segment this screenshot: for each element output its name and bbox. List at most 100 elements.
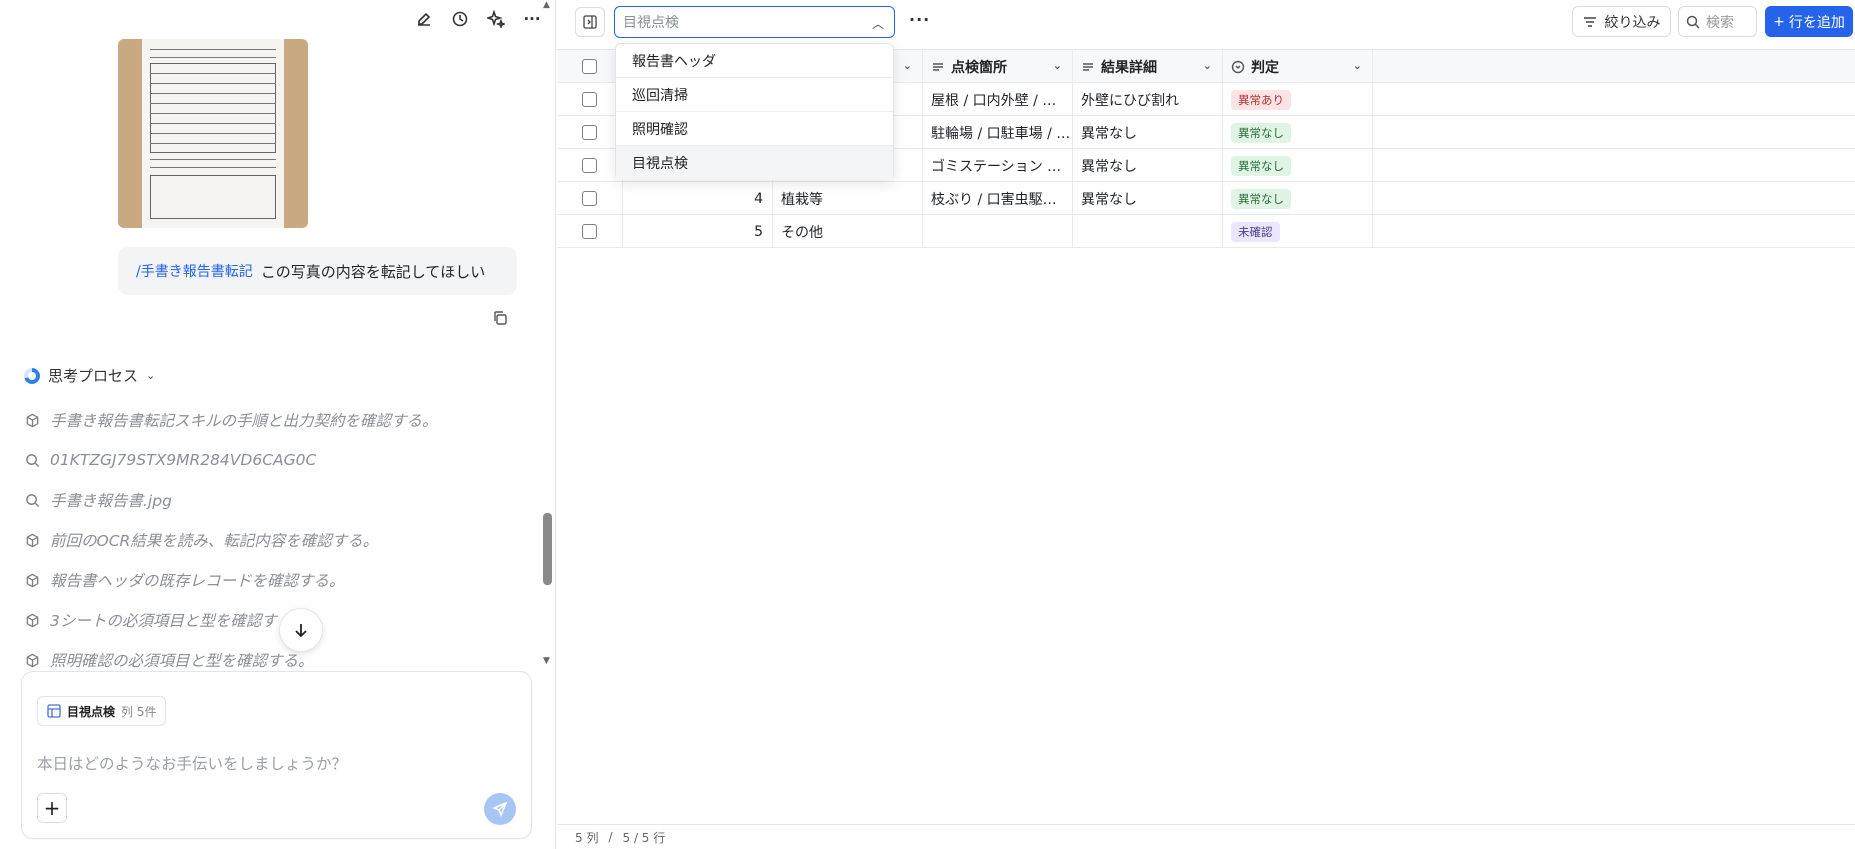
thinking-step[interactable]: 手書き報告書.jpg	[24, 480, 544, 520]
column-header-label: 点検箇所	[951, 59, 1007, 76]
send-icon	[492, 801, 508, 817]
thinking-step-text: 手書き報告書転記スキルの手順と出力契約を確認する。	[50, 412, 438, 430]
user-message-text: この写真の内容を転記してほしい	[260, 262, 486, 281]
row-checkbox[interactable]	[582, 92, 597, 107]
attach-button[interactable]: +	[37, 793, 67, 823]
table-toolbar: 目視点検 ︿ ··· 絞り込み 検索 + 行を追加	[557, 0, 1855, 44]
search-input[interactable]: 検索	[1678, 6, 1757, 37]
sheet-option[interactable]: 巡回清掃	[616, 78, 893, 112]
plus-icon: +	[43, 796, 61, 820]
row-checkbox[interactable]	[582, 125, 597, 140]
search-icon	[1686, 15, 1700, 29]
select-all-checkbox[interactable]	[582, 59, 597, 74]
scroll-to-bottom-button[interactable]	[279, 608, 323, 652]
sheet-more-button[interactable]: ···	[909, 10, 930, 29]
arrow-down-icon	[295, 624, 307, 638]
detail-cell[interactable]	[1073, 215, 1223, 248]
detail-cell[interactable]: 異常なし	[1073, 182, 1223, 215]
more-icon[interactable]: ···	[521, 8, 543, 30]
location-cell[interactable]: 屋根 / 口内外壁 / …	[923, 83, 1073, 116]
scroll-down-arrow[interactable]: ▼	[543, 656, 550, 666]
text-type-icon	[1081, 60, 1095, 74]
row-select-cell	[557, 182, 623, 215]
filter-icon	[1583, 16, 1596, 27]
judgement-cell[interactable]: 未確認	[1223, 215, 1373, 248]
column-header-detail[interactable]: 結果詳細 ⌄	[1073, 50, 1223, 83]
context-chip[interactable]: 目視点検 列 5件	[37, 696, 167, 726]
column-header-location[interactable]: 点検箇所 ⌄	[923, 50, 1073, 83]
thinking-step-text: 01KTZGJ79STX9MR284VD6CAG0C	[50, 451, 317, 469]
chat-input[interactable]: 本日はどのようなお手伝いをしましょうか？	[37, 752, 347, 774]
detail-cell[interactable]: 異常なし	[1073, 149, 1223, 182]
row-count: 5 / 5 行	[622, 830, 666, 845]
thinking-label: 思考プロセス	[48, 367, 139, 385]
row-select-cell	[557, 215, 623, 248]
judgement-cell[interactable]: 異常なし	[1223, 182, 1373, 215]
report-photo-paper	[142, 39, 284, 228]
category-cell[interactable]: 植栽等	[773, 182, 923, 215]
text-type-icon	[931, 60, 945, 74]
thinking-step-text: 3シートの必須項目と型を確認す	[50, 612, 277, 630]
sparkle-icon[interactable]	[485, 8, 507, 30]
send-button[interactable]	[484, 793, 516, 825]
chevron-down-icon[interactable]: ⌄	[1353, 59, 1362, 72]
select-all-cell	[557, 50, 623, 83]
chevron-down-icon[interactable]: ⌄	[1203, 59, 1212, 72]
thinking-step[interactable]: 手書き報告書転記スキルの手順と出力契約を確認する。	[24, 400, 544, 440]
detail-cell[interactable]: 外壁にひび割れ	[1073, 83, 1223, 116]
sidebar-toggle-icon	[583, 15, 597, 29]
column-count: 5 列	[575, 830, 599, 845]
copy-icon[interactable]	[492, 310, 510, 328]
status-badge: 異常なし	[1231, 155, 1291, 176]
toggle-sidebar-button[interactable]	[575, 7, 605, 37]
thinking-process-toggle[interactable]: 思考プロセス ⌄	[24, 365, 155, 386]
cube-icon	[24, 412, 40, 428]
thinking-step[interactable]: 前回のOCR結果を読み、転記内容を確認する。	[24, 520, 544, 560]
sheet-select[interactable]: 目視点検 ︿	[614, 6, 895, 38]
report-photo[interactable]	[118, 39, 308, 228]
row-checkbox[interactable]	[582, 224, 597, 239]
location-cell[interactable]: ゴミステーション …	[923, 149, 1073, 182]
thinking-step-text: 報告書ヘッダの既存レコードを確認する。	[50, 572, 345, 590]
judgement-cell[interactable]: 異常なし	[1223, 149, 1373, 182]
row-checkbox[interactable]	[582, 191, 597, 206]
sheet-option[interactable]: 照明確認	[616, 112, 893, 146]
chevron-down-icon[interactable]: ⌄	[903, 59, 912, 72]
plus-icon: +	[1773, 13, 1785, 30]
add-row-button[interactable]: + 行を追加	[1765, 6, 1853, 37]
category-cell[interactable]: その他	[773, 215, 923, 248]
history-icon[interactable]	[449, 8, 471, 30]
edit-icon[interactable]	[413, 8, 435, 30]
row-number-cell[interactable]: 4	[623, 182, 773, 215]
column-header-judgement[interactable]: 判定 ⌄	[1223, 50, 1373, 83]
judgement-cell[interactable]: 異常なし	[1223, 116, 1373, 149]
table-row[interactable]: 4 植栽等 枝ぶり / 口害虫駆… 異常なし 異常なし	[557, 182, 1855, 215]
cube-icon	[24, 532, 40, 548]
scrollbar-thumb[interactable]	[543, 513, 552, 585]
detail-cell[interactable]: 異常なし	[1073, 116, 1223, 149]
location-cell[interactable]: 枝ぶり / 口害虫駆…	[923, 182, 1073, 215]
thinking-step[interactable]: 報告書ヘッダの既存レコードを確認する。	[24, 560, 544, 600]
chat-panel: ··· /手書き報告書転記 この写真の内容を転記してほしい 思考プロセス ⌄ 手…	[0, 0, 556, 849]
filter-button[interactable]: 絞り込み	[1572, 6, 1671, 37]
scroll-up-arrow[interactable]: ▲	[543, 0, 550, 10]
skill-command[interactable]: /手書き報告書転記	[136, 261, 253, 281]
chevron-down-icon[interactable]: ⌄	[1053, 59, 1062, 72]
row-checkbox[interactable]	[582, 158, 597, 173]
table-row[interactable]: 5 その他 未確認	[557, 215, 1855, 248]
row-number-cell[interactable]: 5	[623, 215, 773, 248]
sheet-option[interactable]: 報告書ヘッダ	[616, 44, 893, 78]
location-cell[interactable]: 駐輪場 / 口駐車場 / …	[923, 116, 1073, 149]
loading-spinner-icon	[24, 367, 40, 384]
table-icon	[47, 704, 61, 718]
search-icon	[24, 492, 40, 508]
sheet-option[interactable]: 目視点検	[616, 146, 893, 180]
footer-separator: /	[608, 830, 613, 844]
context-chip-title: 目視点検	[67, 704, 116, 719]
cube-icon	[24, 652, 40, 668]
thinking-step[interactable]: 01KTZGJ79STX9MR284VD6CAG0C	[24, 440, 544, 480]
judgement-cell[interactable]: 異常あり	[1223, 83, 1373, 116]
column-header-label: 結果詳細	[1101, 59, 1157, 76]
location-cell[interactable]	[923, 215, 1073, 248]
context-chip-subtitle: 列 5件	[121, 704, 157, 719]
